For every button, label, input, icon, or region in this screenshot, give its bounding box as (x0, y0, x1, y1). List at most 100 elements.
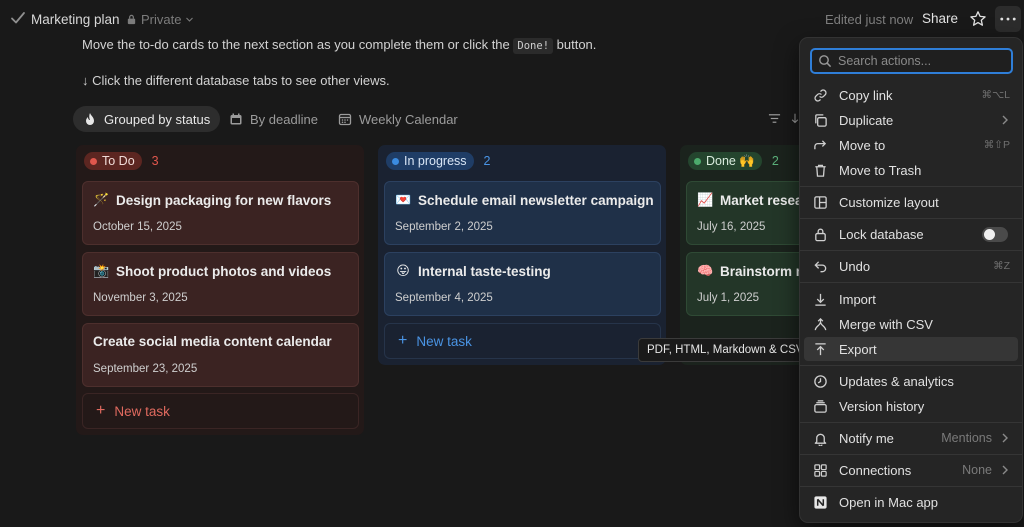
menu-divider (800, 250, 1022, 251)
privacy-selector[interactable]: Private (126, 12, 194, 27)
new-task-label: New task (114, 403, 170, 419)
export-tooltip: PDF, HTML, Markdown & CSV (638, 338, 813, 362)
menu-label: Export (839, 341, 877, 357)
love-letter-icon: 💌 (395, 192, 412, 207)
menu-item-copy-link[interactable]: Copy link ⌘⌥L (804, 83, 1018, 107)
more-options-button[interactable] (995, 6, 1021, 32)
menu-label: Connections (839, 462, 912, 478)
menu-item-export[interactable]: Export (804, 337, 1018, 361)
card-title: Create social media content calendar (93, 334, 332, 349)
status-label: To Do (102, 154, 135, 168)
new-task-button[interactable]: + New task (82, 393, 359, 429)
menu-item-duplicate[interactable]: Duplicate (804, 108, 1018, 132)
card-title: Schedule email newsletter campaign (418, 192, 654, 208)
menu-item-merge-with-csv[interactable]: Merge with CSV (804, 312, 1018, 336)
status-badge[interactable]: Done 🙌 (688, 152, 762, 170)
column-in-progress: In progress 2 💌 Schedule email newsletter… (378, 145, 666, 365)
task-card[interactable]: 📸 Shoot product photos and videos Novembe… (82, 252, 359, 316)
new-task-button[interactable]: + New task (384, 323, 661, 359)
tab-label: Grouped by status (104, 111, 211, 127)
camera-icon: 📸 (93, 263, 110, 278)
menu-item-customize-layout[interactable]: Customize layout (804, 190, 1018, 214)
card-date: November 3, 2025 (93, 292, 188, 304)
column-header: To Do 3 (84, 152, 159, 170)
tab-label: By deadline (250, 111, 318, 127)
status-dot (392, 157, 399, 165)
search-input[interactable] (838, 54, 1008, 68)
merge-icon (812, 316, 828, 332)
menu-label: Duplicate (839, 112, 894, 128)
checkmark-icon (10, 10, 26, 26)
actions-menu: Copy link ⌘⌥L Duplicate Move to ⌘⇧P Move… (800, 38, 1022, 522)
page-title[interactable]: Marketing plan (31, 12, 120, 27)
menu-divider (800, 282, 1022, 283)
menu-item-open-in-mac-app[interactable]: Open in Mac app (804, 490, 1018, 514)
menu-label: Version history (839, 398, 925, 414)
search-box[interactable] (810, 48, 1013, 74)
calendar-icon (338, 113, 352, 126)
plus-icon: + (96, 402, 106, 419)
menu-divider (800, 486, 1022, 487)
card-title: Shoot product photos and videos (116, 263, 332, 279)
toggle-knob (984, 228, 995, 240)
magic-wand-icon: 🪄 (93, 192, 110, 207)
arrow-turn-right-icon (812, 137, 828, 153)
sort-icon[interactable] (791, 112, 799, 125)
menu-item-notify-me[interactable]: Notify me Mentions (804, 426, 1018, 450)
menu-item-move-to-trash[interactable]: Move to Trash (804, 158, 1018, 182)
chevron-right-icon (1002, 433, 1008, 443)
tab-grouped-by-status[interactable]: Grouped by status (73, 106, 221, 132)
description-text: Move the to-do cards to the next section… (82, 37, 510, 52)
filter-icon[interactable] (768, 112, 781, 125)
menu-label: Notify me (839, 430, 894, 446)
menu-item-move-to[interactable]: Move to ⌘⇧P (804, 133, 1018, 157)
bell-icon (812, 430, 828, 446)
export-icon (812, 341, 828, 357)
lock-toggle[interactable] (982, 226, 1008, 242)
menu-item-undo[interactable]: Undo ⌘Z (804, 254, 1018, 278)
chevron-right-icon (1002, 465, 1008, 475)
view-tools (768, 112, 799, 125)
task-card[interactable]: 😛 Internal taste-testing September 4, 202… (384, 252, 661, 316)
notify-value: Mentions (941, 431, 1010, 445)
shortcut-hint: ⌘⌥L (981, 89, 1010, 101)
notify-setting: Mentions (941, 431, 992, 445)
column-count: 3 (151, 154, 159, 168)
menu-divider (800, 454, 1022, 455)
link-icon (812, 87, 828, 103)
menu-label: Updates & analytics (839, 373, 954, 389)
task-card[interactable]: Create social media content calendar Sep… (82, 323, 359, 387)
task-card[interactable]: 💌 Schedule email newsletter campaign Sept… (384, 181, 661, 245)
menu-item-lock-database[interactable]: Lock database (804, 222, 1018, 246)
menu-label: Move to Trash (839, 162, 922, 178)
status-badge[interactable]: To Do (84, 152, 142, 170)
fire-icon (86, 113, 94, 125)
new-task-label: New task (416, 333, 472, 349)
status-dot (90, 157, 97, 165)
favorite-star-icon[interactable] (969, 10, 987, 28)
tab-by-deadline[interactable]: By deadline (219, 106, 328, 132)
edited-status: Edited just now (825, 12, 914, 27)
connections-setting: None (962, 463, 992, 477)
share-button[interactable]: Share (922, 11, 958, 26)
menu-item-updates-analytics[interactable]: Updates & analytics (804, 369, 1018, 393)
tongue-face-icon: 😛 (396, 263, 410, 278)
card-date: July 16, 2025 (697, 221, 766, 233)
layout-icon (812, 194, 828, 210)
column-header: In progress 2 (386, 152, 490, 170)
tab-weekly-calendar[interactable]: Weekly Calendar (328, 106, 468, 132)
menu-label: Move to (839, 137, 886, 153)
task-card[interactable]: 🪄 Design packaging for new flavors Octobe… (82, 181, 359, 245)
menu-item-connections[interactable]: Connections None (804, 458, 1018, 482)
column-count: 2 (771, 154, 779, 168)
card-title: Internal taste-testing (418, 263, 551, 279)
shortcut-hint: ⌘Z (993, 260, 1010, 272)
menu-item-version-history[interactable]: Version history (804, 394, 1018, 418)
status-badge[interactable]: In progress (386, 152, 474, 170)
description-line-2: ↓ Click the different database tabs to s… (82, 73, 390, 88)
ellipsis-icon (1000, 17, 1016, 21)
grid-icon (812, 462, 828, 478)
undo-icon (812, 258, 828, 274)
menu-label: Customize layout (839, 194, 939, 210)
menu-item-import[interactable]: Import (804, 287, 1018, 311)
